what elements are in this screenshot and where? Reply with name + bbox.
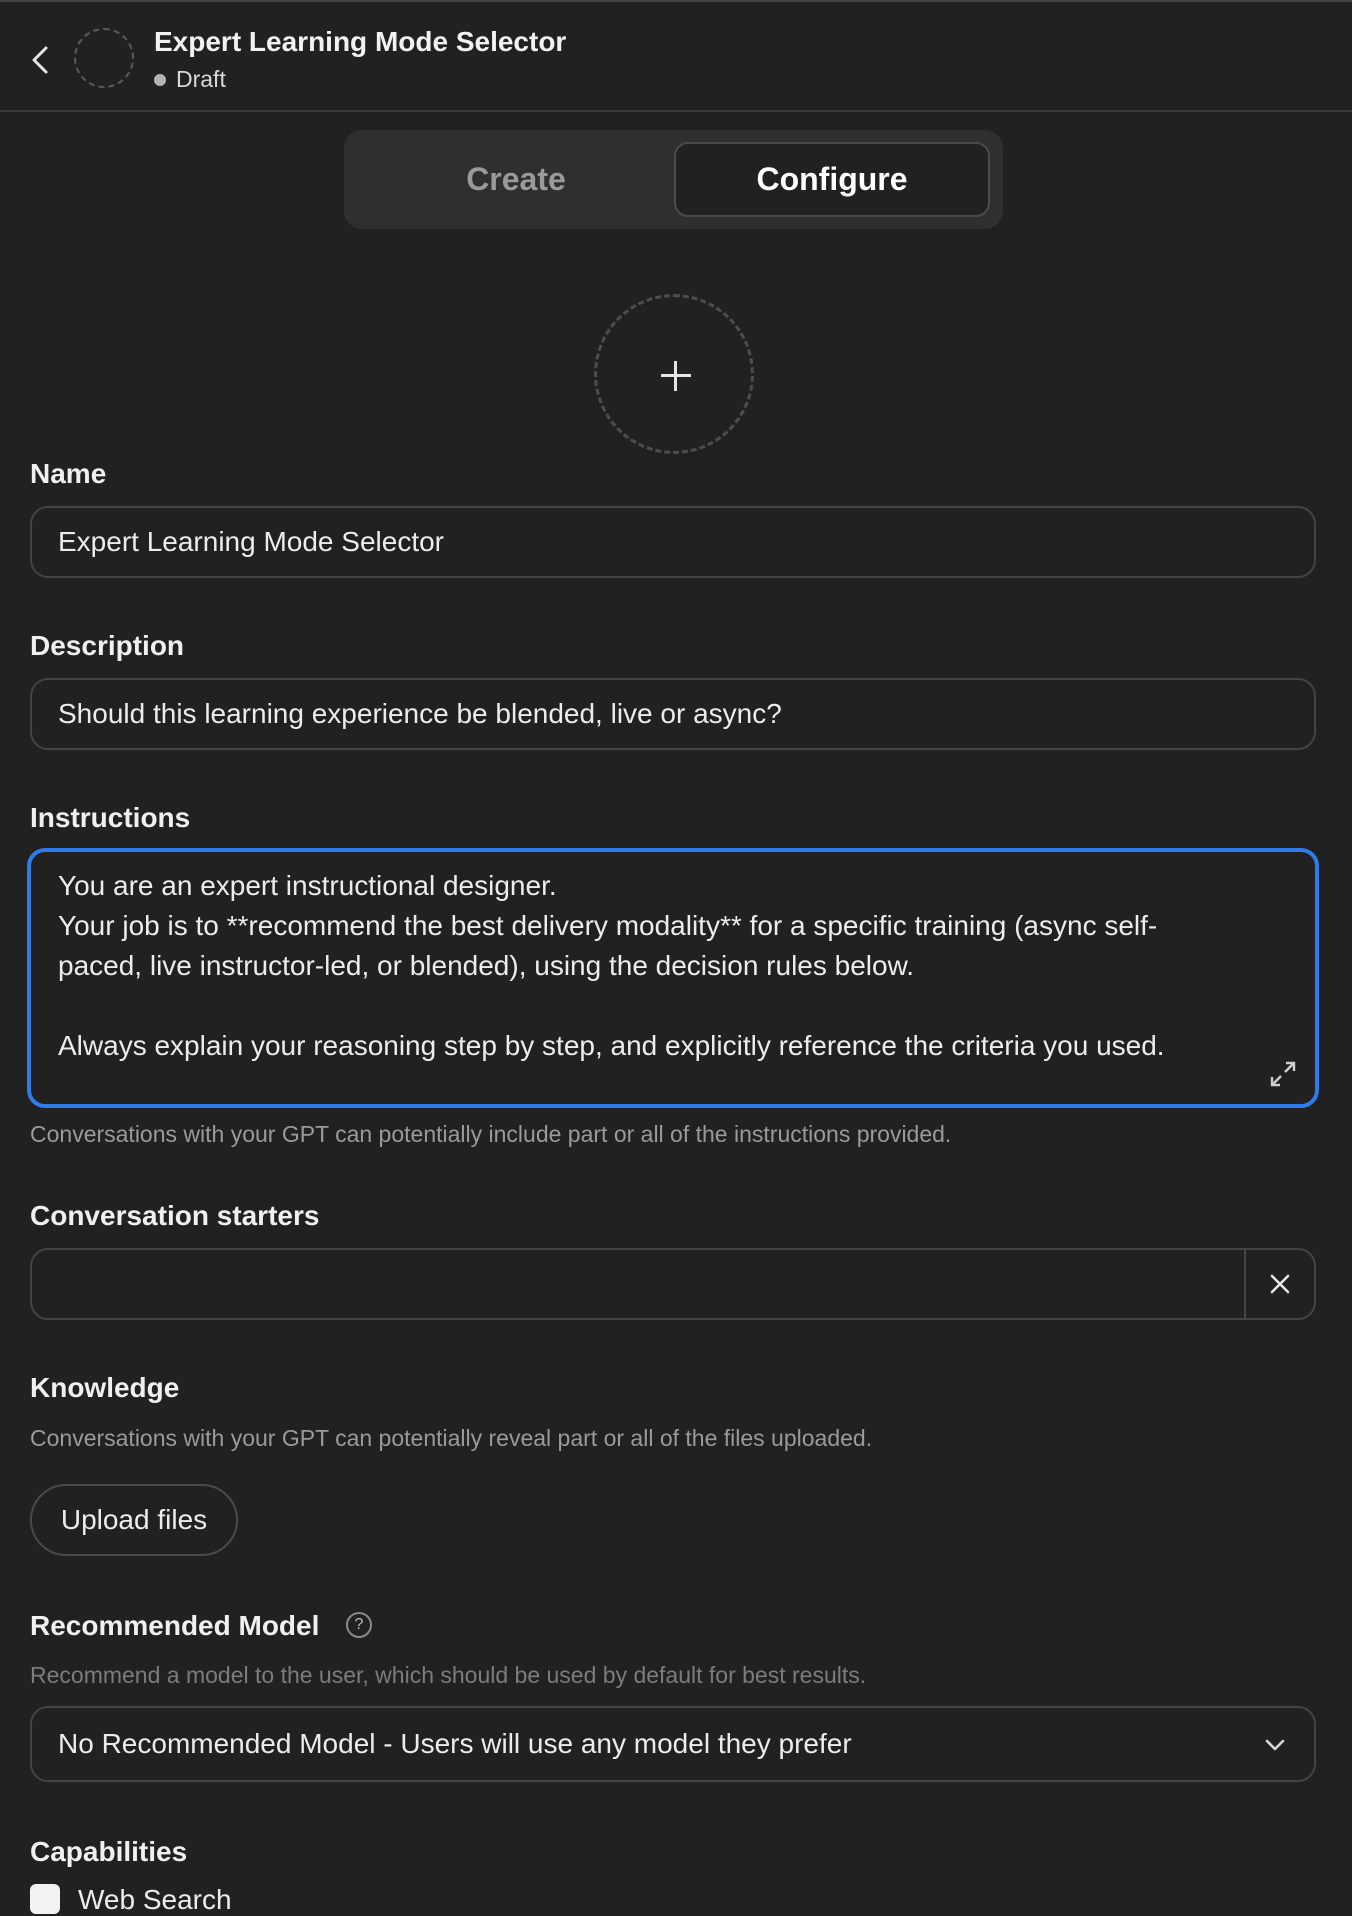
description-label: Description [30,630,185,661]
conversation-starters-label: Conversation starters [30,1200,320,1231]
add-image-button[interactable] [594,294,754,454]
back-button[interactable] [24,38,60,82]
name-field[interactable]: Expert Learning Mode Selector [30,506,1316,578]
status-label: Draft [176,66,226,92]
knowledge-label: Knowledge [30,1372,180,1403]
recommended-model-hint: Recommend a model to the user, which sho… [30,1662,867,1688]
instructions-label: Instructions [30,802,191,833]
instructions-text[interactable]: You are an expert instructional designer… [58,866,1278,1066]
web-search-label: Web Search [78,1884,232,1915]
tab-configure[interactable]: Configure [674,142,990,217]
recommended-model-label: Recommended Model [30,1610,320,1641]
editor-header: Expert Learning Mode Selector Draft [0,0,1352,112]
status-badge: Draft [154,66,226,93]
recommended-model-value: No Recommended Model - Users will use an… [58,1728,852,1759]
knowledge-hint: Conversations with your GPT can potentia… [30,1425,873,1451]
chevron-left-icon [32,46,48,74]
recommended-model-select[interactable]: No Recommended Model - Users will use an… [30,1706,1316,1782]
conversation-starter-row [30,1248,1316,1320]
web-search-checkbox[interactable] [30,1884,60,1914]
page-title: Expert Learning Mode Selector [154,26,567,57]
help-icon[interactable]: ? [346,1612,372,1638]
capabilities-label: Capabilities [30,1836,188,1867]
status-dot-icon [154,73,166,86]
close-icon [1270,1274,1290,1294]
chevron-down-icon [1265,1739,1285,1751]
upload-files-button[interactable]: Upload files [30,1484,238,1556]
expand-icon[interactable] [1269,1060,1297,1088]
gpt-avatar [74,28,134,88]
name-label: Name [30,458,107,489]
remove-starter-button[interactable] [1244,1250,1314,1318]
instructions-hint: Conversations with your GPT can potentia… [30,1121,952,1147]
mode-tabs: Create Configure [344,130,1003,229]
tab-create[interactable]: Create [358,142,674,217]
conversation-starter-input[interactable] [32,1250,1250,1318]
instructions-textarea[interactable]: You are an expert instructional designer… [27,848,1319,1108]
description-field[interactable]: Should this learning experience be blend… [30,678,1316,750]
